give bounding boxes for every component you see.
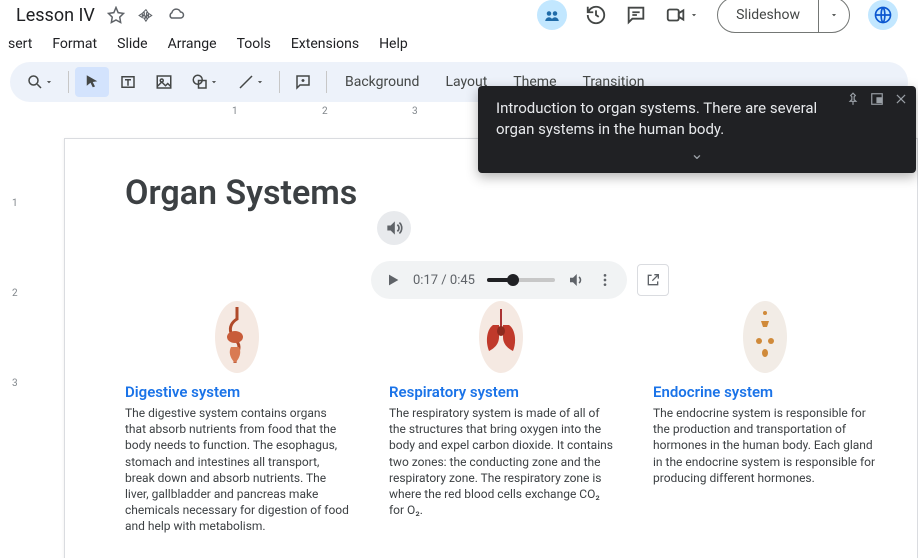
digestive-image xyxy=(192,297,282,377)
meet-icon[interactable] xyxy=(665,4,699,26)
hruler-tick: 2 xyxy=(322,106,328,117)
col-body: The endocrine system is responsible for … xyxy=(653,405,877,486)
col-body: The digestive system contains organs tha… xyxy=(125,405,349,535)
menu-arrange[interactable]: Arrange xyxy=(160,32,225,56)
textbox-tool[interactable] xyxy=(111,67,145,97)
endocrine-image xyxy=(720,297,810,377)
menu-format[interactable]: Format xyxy=(44,32,105,56)
vertical-ruler: 1 2 3 xyxy=(0,102,36,558)
vruler-tick: 1 xyxy=(12,198,18,209)
respiratory-image xyxy=(456,297,546,377)
star-icon[interactable] xyxy=(107,6,125,24)
menu-insert[interactable]: sert xyxy=(0,32,40,56)
audio-thumb[interactable] xyxy=(507,274,519,286)
popout-caption-icon[interactable] xyxy=(870,92,884,106)
hruler-tick: 3 xyxy=(412,106,418,117)
col-heading: Endocrine system xyxy=(653,383,877,401)
col-heading: Respiratory system xyxy=(389,383,613,401)
shape-tool[interactable] xyxy=(183,67,227,97)
select-tool[interactable] xyxy=(75,67,109,97)
document-title[interactable]: Lesson IV xyxy=(12,5,95,26)
popout-icon[interactable] xyxy=(637,264,669,296)
play-icon[interactable] xyxy=(385,272,401,288)
volume-icon[interactable] xyxy=(567,271,585,289)
pin-icon[interactable] xyxy=(846,92,860,106)
audio-more-icon[interactable] xyxy=(597,272,613,288)
zoom-tool[interactable] xyxy=(18,67,62,97)
vruler-tick: 2 xyxy=(12,288,18,299)
share-globe-button[interactable] xyxy=(868,0,898,30)
column-digestive[interactable]: Digestive system The digestive system co… xyxy=(125,297,349,535)
slide-title[interactable]: Organ Systems xyxy=(125,173,857,213)
slideshow-button[interactable]: Slideshow xyxy=(718,7,818,23)
menu-extensions[interactable]: Extensions xyxy=(283,32,367,56)
column-respiratory[interactable]: Respiratory system The respiratory syste… xyxy=(389,297,613,535)
col-body: The respiratory system is made of all of… xyxy=(389,405,613,518)
chevron-down-icon[interactable]: ⌄ xyxy=(496,144,898,163)
vruler-tick: 3 xyxy=(12,378,18,389)
menu-help[interactable]: Help xyxy=(371,32,416,56)
line-tool[interactable] xyxy=(229,67,273,97)
comment-tool[interactable] xyxy=(286,67,320,97)
image-tool[interactable] xyxy=(147,67,181,97)
col-heading: Digestive system xyxy=(125,383,349,401)
hruler-tick: 1 xyxy=(232,106,238,117)
caption-panel: Introduction to organ systems. There are… xyxy=(478,86,916,173)
share-quick-button[interactable] xyxy=(537,0,567,30)
menu-tools[interactable]: Tools xyxy=(229,32,279,56)
caption-text: Introduction to organ systems. There are… xyxy=(496,98,898,140)
comments-icon[interactable] xyxy=(625,4,647,26)
audio-player: 0:17 / 0:45 xyxy=(371,261,627,299)
history-icon[interactable] xyxy=(585,4,607,26)
audio-time: 0:17 / 0:45 xyxy=(413,273,475,288)
audio-seek-track[interactable] xyxy=(487,278,555,282)
slideshow-dropdown[interactable] xyxy=(818,0,849,32)
column-endocrine[interactable]: Endocrine system The endocrine system is… xyxy=(653,297,877,535)
background-button[interactable]: Background xyxy=(333,68,431,96)
move-icon[interactable] xyxy=(137,6,155,24)
audio-object-icon[interactable] xyxy=(377,211,411,245)
slide-canvas[interactable]: Organ Systems 0:17 / 0:45 xyxy=(64,138,918,558)
cloud-status-icon[interactable] xyxy=(167,6,185,24)
menu-slide[interactable]: Slide xyxy=(109,32,155,56)
close-icon[interactable] xyxy=(894,92,908,106)
